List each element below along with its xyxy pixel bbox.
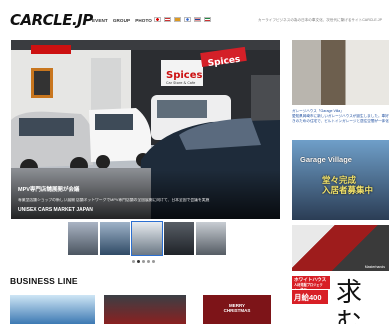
nav-group[interactable]: GROUP (113, 18, 130, 23)
flag-other-icon[interactable] (204, 17, 211, 22)
business-card-3[interactable]: MERRY CHRISTMAS (203, 295, 271, 324)
hero-thumbnails (68, 221, 226, 256)
garage-village-title: Garage Village (300, 155, 352, 164)
garage-village-headline: 堂々完成 入居者募集中 (322, 175, 373, 195)
sidebar-article-text: ガレージハウス「Garage Villa」 愛知県岡崎市に新しいガレージハウスが… (292, 109, 389, 124)
thumbnail-3[interactable] (131, 221, 163, 256)
site-header: CARCLE.JP EVENT GROUP PHOTO カーライフビジネスの為の… (0, 0, 389, 36)
slider-dot-2[interactable] (137, 260, 140, 263)
thumbnail-2[interactable] (100, 222, 130, 255)
recruit-headline: 求む。 (336, 278, 389, 324)
hero-description: 専業型店舗ショップの新しい展開 店舗ネットワークでMPV専門店舗の全国展開に向け… (18, 198, 210, 202)
recruit-line1: ホワイトハウス (294, 277, 327, 282)
nav-photo[interactable]: PHOTO (135, 18, 152, 23)
sidebar-article-image[interactable] (292, 40, 389, 105)
hero-caption: MPV専門店舗展開が会議 専業型店舗ショップの新しい展開 店舗ネットワークでMP… (18, 185, 273, 213)
hero-subtitle: UNISEX CARS MARKET JAPAN (18, 207, 93, 213)
business-card-1[interactable] (10, 295, 95, 324)
garage-village-line2: 入居者募集中 (322, 185, 374, 195)
slider-dot-1[interactable] (132, 260, 135, 263)
flag-korea-icon[interactable] (184, 17, 191, 22)
hero-title[interactable]: MPV専門店舗展開が会議 (18, 185, 273, 193)
slider-dot-5[interactable] (152, 260, 155, 263)
business-line-heading: BUSINESS LINE (10, 276, 78, 286)
hero-store-sign-sub: Car Store & Cafe (166, 81, 195, 85)
flag-china-icon[interactable] (174, 17, 181, 22)
hero-store-sign: Spices (166, 70, 202, 81)
flag-japan-icon[interactable] (154, 17, 161, 22)
sidebar-banner-caption: Masterhands (364, 265, 385, 269)
site-logo[interactable]: CARCLE.JP (10, 11, 93, 29)
business-card-3-label: MERRY CHRISTMAS (223, 303, 251, 313)
header-tagline: カーライフビジネスの為の日本の車文化、次世代に繋げるサイトCARCLE.JP (258, 18, 382, 22)
thumbnail-5[interactable] (196, 222, 226, 255)
language-flags (154, 17, 211, 22)
garage-village-line1: 堂々完成 (322, 175, 357, 185)
flag-thai-icon[interactable] (194, 17, 201, 22)
thumbnail-1[interactable] (68, 222, 98, 255)
business-card-2[interactable] (104, 295, 186, 324)
slider-dot-4[interactable] (147, 260, 150, 263)
slider-dots (132, 260, 155, 263)
recruit-banner[interactable]: ホワイトハウス 人材発掘プロジェクト、発足。 月給400万 求む。 (292, 276, 389, 324)
flag-usa-icon[interactable] (164, 17, 171, 22)
nav-event[interactable]: EVENT (92, 18, 108, 23)
sidebar-banner-car[interactable]: Masterhands (292, 225, 389, 271)
thumbnail-4[interactable] (164, 222, 194, 255)
recruit-price: 月給400万 (292, 290, 328, 313)
hero-slider[interactable]: Spices Car Store & Cafe Spices MPV専門店舗展開… (11, 40, 280, 219)
main-nav: EVENT GROUP PHOTO (92, 18, 152, 23)
recruit-line-box: ホワイトハウス 人材発掘プロジェクト、発足。 (292, 276, 330, 292)
sidebar-article-summary: 愛知県岡崎市に新しいガレージハウスが誕生しました。車好きのための住宅で、ビルトイ… (292, 114, 389, 123)
slider-dot-3[interactable] (142, 260, 145, 263)
